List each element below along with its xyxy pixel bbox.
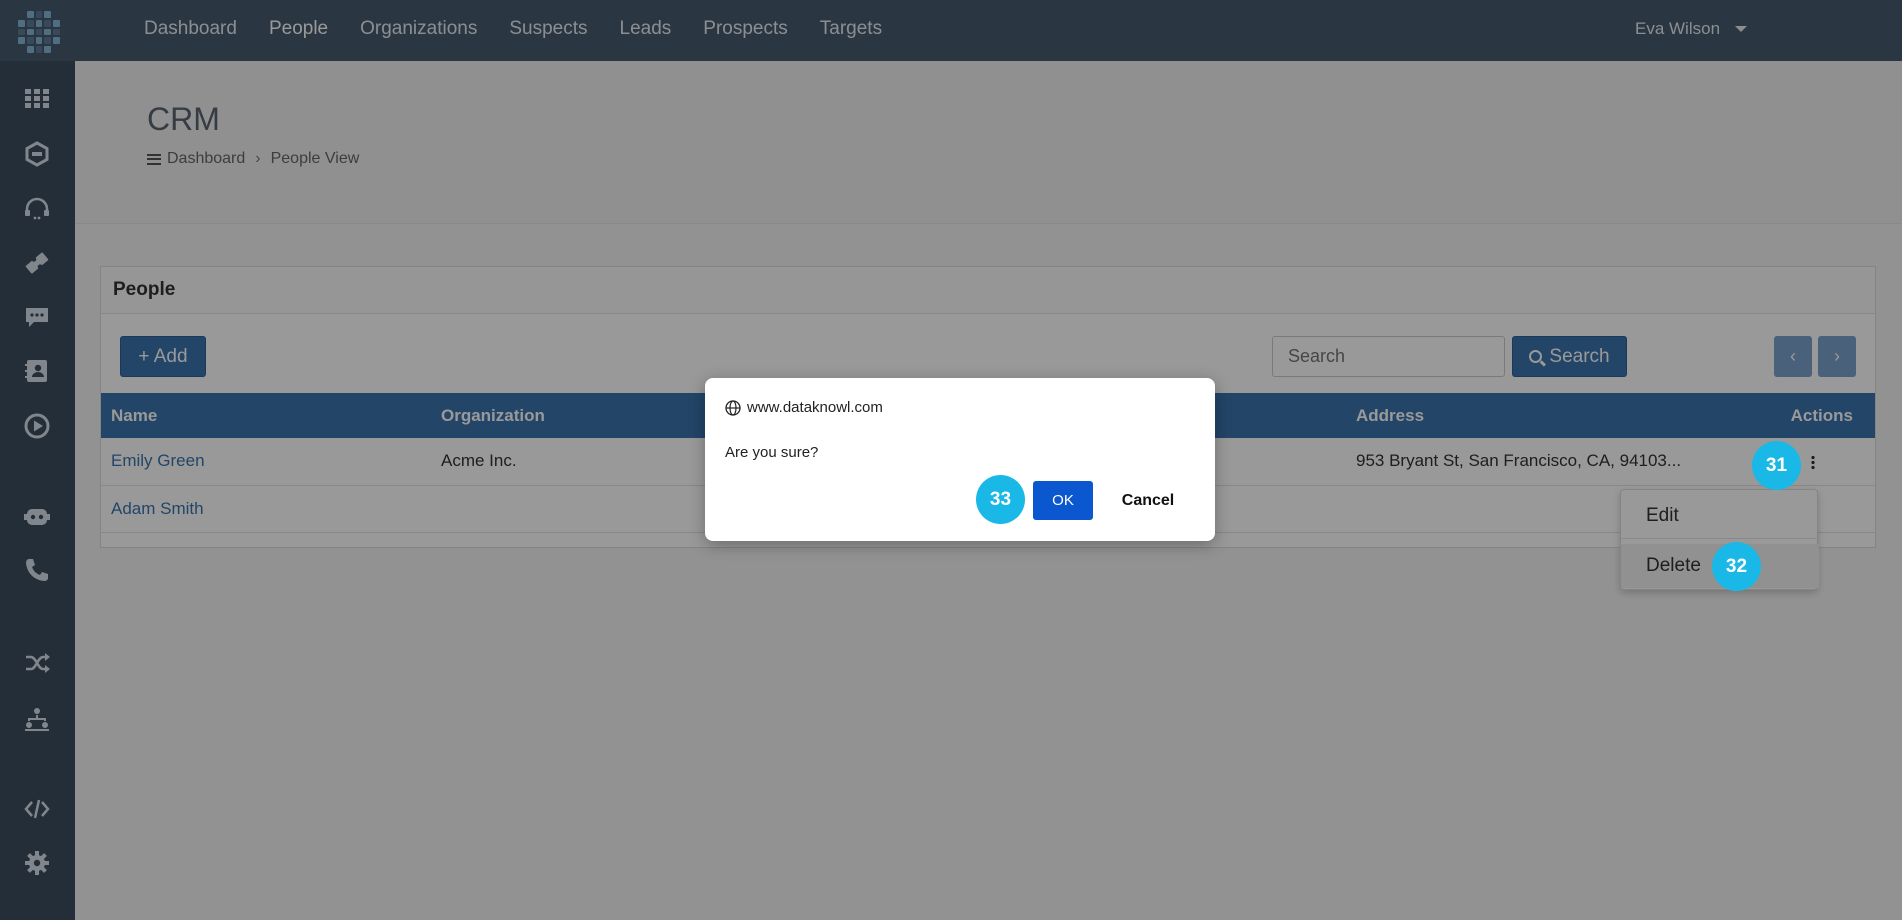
dialog-message: Are you sure? <box>725 444 819 461</box>
cancel-button[interactable]: Cancel <box>1103 481 1193 520</box>
dialog-origin: www.dataknowl.com <box>725 399 883 416</box>
globe-icon <box>725 399 741 416</box>
step-badge: 31 <box>1752 441 1801 490</box>
ok-button[interactable]: OK <box>1033 481 1093 520</box>
step-badge: 33 <box>976 475 1025 524</box>
confirm-dialog: www.dataknowl.com Are you sure? 33 OK Ca… <box>705 378 1215 541</box>
step-badge: 32 <box>1712 542 1761 591</box>
dialog-host: www.dataknowl.com <box>747 399 883 416</box>
